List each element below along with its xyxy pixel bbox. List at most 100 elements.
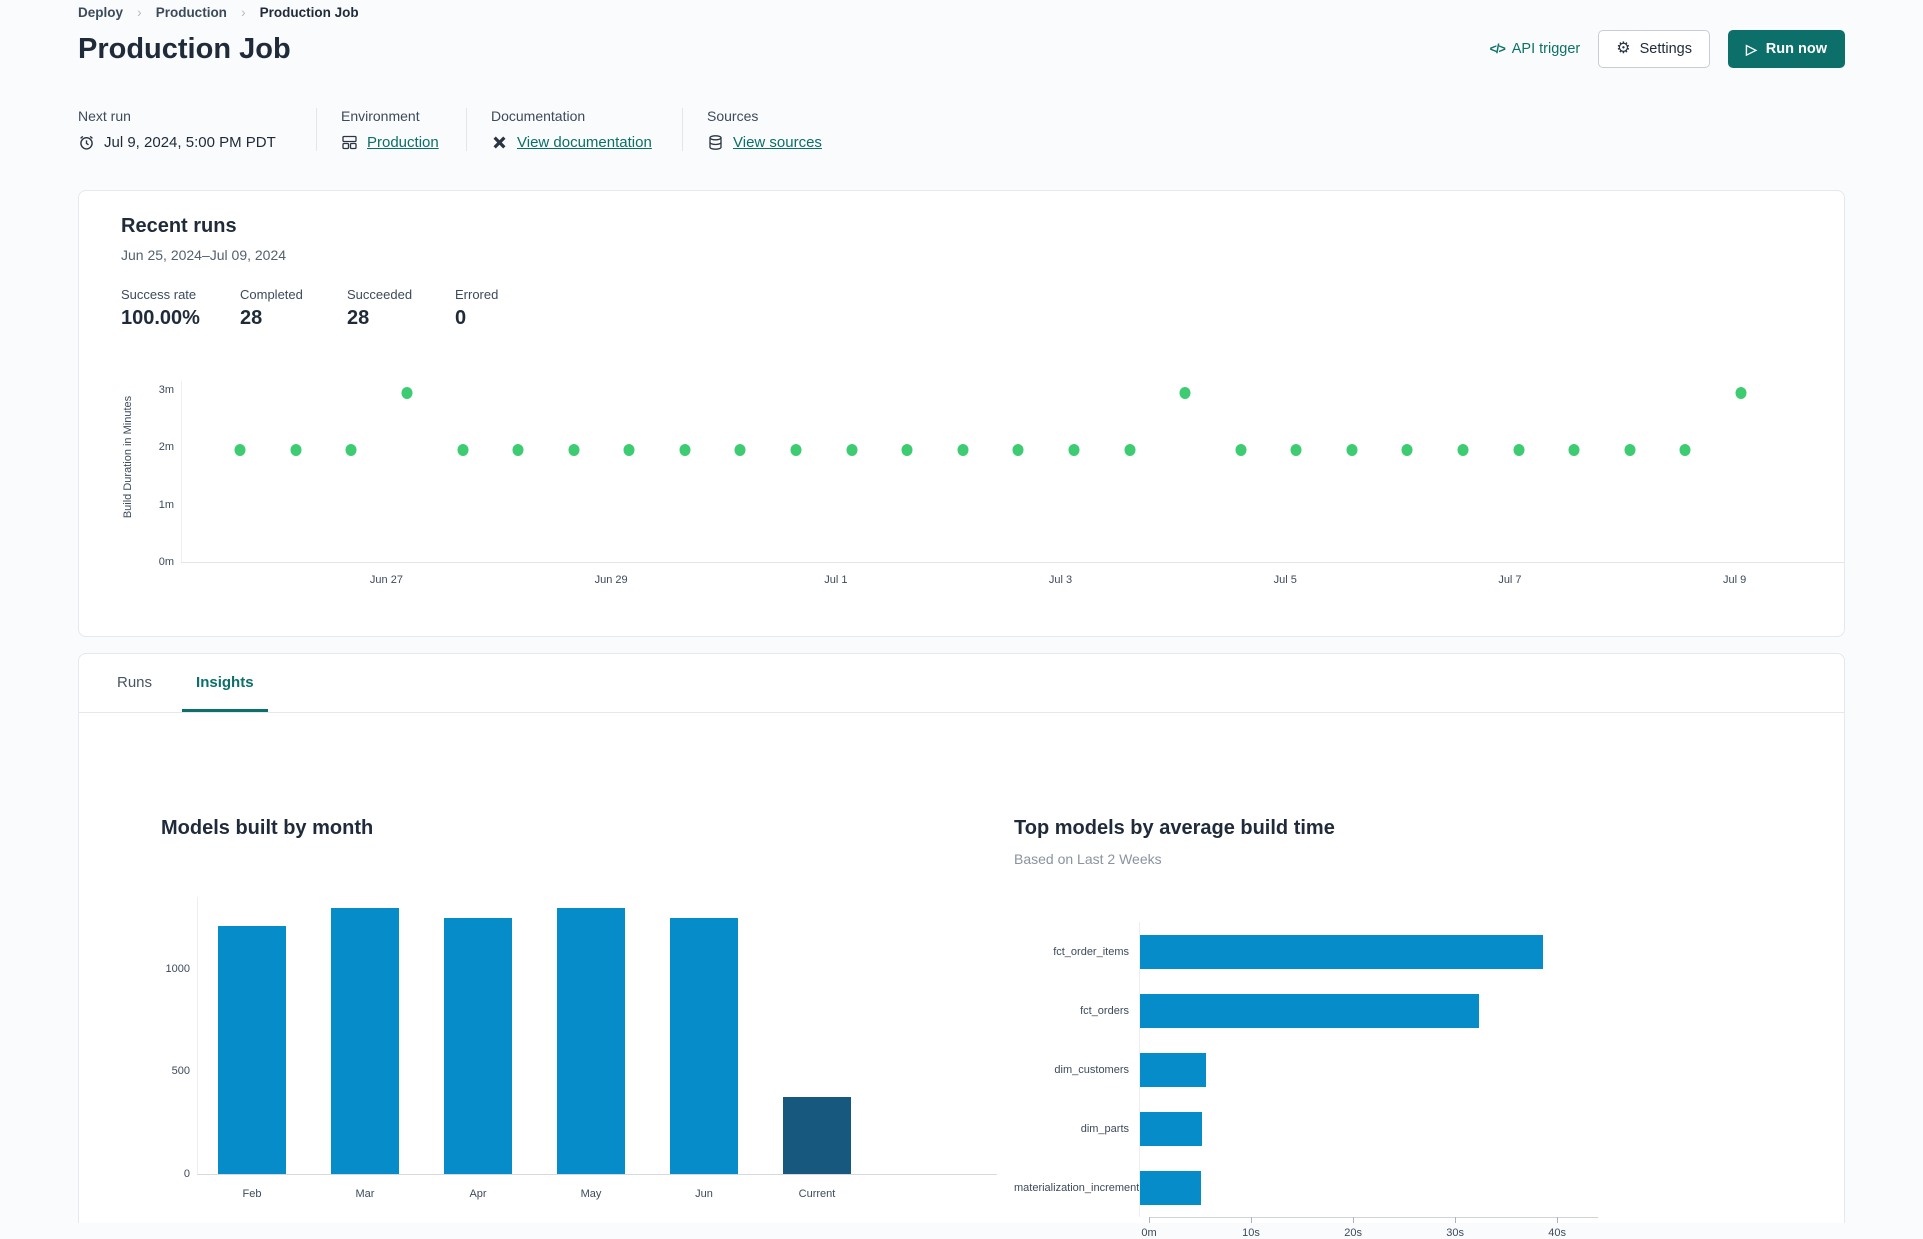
run-data-point[interactable] (1012, 443, 1024, 456)
scatter-x-tick: Jul 1 (824, 574, 848, 586)
run-data-point[interactable] (846, 443, 858, 456)
run-data-point[interactable] (790, 443, 802, 456)
tab-runs[interactable]: Runs (95, 654, 174, 712)
scatter-y-tick: 3m (158, 383, 174, 396)
run-data-point[interactable] (1346, 443, 1358, 456)
run-data-point[interactable] (1290, 443, 1302, 456)
view-documentation-link[interactable]: View documentation (517, 134, 652, 151)
run-now-button[interactable]: ▷ Run now (1728, 30, 1845, 68)
settings-button[interactable]: ⚙ Settings (1598, 30, 1710, 68)
recent-runs-title: Recent runs (121, 215, 237, 237)
month-bar (557, 908, 625, 1174)
breadcrumb-deploy[interactable]: Deploy (78, 5, 123, 20)
scatter-x-tick: Jul 5 (1273, 574, 1297, 586)
environment-link[interactable]: Production (367, 134, 439, 151)
run-data-point[interactable] (345, 443, 357, 456)
run-data-point[interactable] (1679, 443, 1691, 456)
breadcrumb-production[interactable]: Production (156, 5, 227, 20)
view-sources-link[interactable]: View sources (733, 134, 822, 151)
run-data-point[interactable] (1568, 443, 1580, 456)
vbar-y-tick: 500 (171, 1065, 190, 1078)
play-icon: ▷ (1746, 41, 1757, 57)
job-meta-row: Next run Jul 9, 2024, 5:00 PM PDT Enviro… (78, 108, 848, 151)
run-data-point[interactable] (1179, 386, 1191, 399)
run-data-point[interactable] (1624, 443, 1636, 456)
month-bar (218, 925, 286, 1174)
top-models-subtitle: Based on Last 2 Weeks (1014, 851, 1162, 867)
code-icon: </> (1489, 42, 1506, 56)
recent-runs-date-range: Jun 25, 2024–Jul 09, 2024 (121, 247, 287, 263)
run-data-point[interactable] (1401, 443, 1413, 456)
run-data-point[interactable] (1513, 443, 1525, 456)
hbar-axis-tick-label: 20s (1344, 1227, 1362, 1239)
vbar-y-tick: 0 (183, 1168, 190, 1180)
month-label: Current (798, 1188, 836, 1200)
month-bar (783, 1097, 851, 1174)
hbar-track (1139, 1040, 1588, 1099)
run-data-point[interactable] (901, 443, 913, 456)
breadcrumb-production-job: Production Job (259, 4, 359, 20)
gear-icon: ⚙ (1616, 40, 1631, 57)
model-name-label: fct_order_items (1053, 945, 1129, 958)
build-time-bar (1140, 1111, 1203, 1146)
run-data-point[interactable] (957, 443, 969, 456)
production-job-page: Deploy › Production › Production Job Pro… (0, 0, 1923, 1239)
run-data-point[interactable] (457, 443, 468, 456)
month-bar (331, 908, 399, 1174)
chevron-right-icon: › (240, 4, 246, 20)
page-title: Production Job (78, 32, 291, 65)
run-data-point[interactable] (234, 443, 246, 456)
month-label: Mar (355, 1188, 375, 1200)
hbar-axis-tickmark (1353, 1217, 1355, 1223)
next-run-value: Jul 9, 2024, 5:00 PM PDT (104, 134, 276, 151)
run-data-point[interactable] (1457, 443, 1469, 456)
build-time-bar (1140, 1170, 1202, 1205)
model-name-label: dim_parts (1080, 1122, 1129, 1135)
database-icon (707, 134, 724, 151)
run-now-label: Run now (1765, 41, 1827, 57)
build-time-bar (1140, 1052, 1207, 1087)
model-row: dim_customers (1014, 1040, 1634, 1099)
run-data-point[interactable] (1068, 443, 1080, 456)
model-row: materialization_incremental (1014, 1158, 1634, 1217)
hbar-track (1139, 1099, 1588, 1158)
run-data-point[interactable] (568, 443, 580, 456)
scatter-y-tick: 0m (158, 556, 174, 568)
dbt-docs-icon (491, 134, 508, 151)
hbar-axis-tickmark (1149, 1217, 1150, 1223)
stat-completed: Completed 28 (240, 287, 303, 329)
run-data-point[interactable] (401, 386, 413, 399)
run-data-point[interactable] (623, 443, 635, 456)
alarm-clock-icon (78, 134, 95, 151)
run-data-point[interactable] (1124, 443, 1136, 456)
hbar-axis-tickmark (1251, 1217, 1253, 1223)
month-bar (444, 917, 512, 1174)
scatter-plot-area: 0m 1m 2m 3m Jun 27 Jun 29 Jul 1 Jul 3 Jul 5 Jul 7… (159, 381, 1844, 586)
meta-sources: Sources View sources (682, 108, 848, 151)
scatter-x-tick: Jul 3 (1048, 574, 1073, 586)
month-label: Feb (242, 1188, 262, 1200)
hbar-track (1139, 1158, 1588, 1217)
stat-success-rate: Success rate 100.00% (121, 287, 200, 329)
scatter-x-tick: Jul 9 (1723, 574, 1747, 586)
run-data-point[interactable] (512, 443, 524, 456)
run-data-point[interactable] (290, 443, 302, 456)
recent-runs-card: Recent runs Jun 25, 2024–Jul 09, 2024 Su… (78, 190, 1845, 637)
insights-card: Runs Insights Models built by month 0 500… (78, 653, 1845, 1239)
breadcrumb: Deploy › Production › Production Job (78, 4, 359, 20)
vbar-y-tick: 1000 (165, 962, 190, 975)
recent-runs-stats: Success rate 100.00% Completed 28 Succee… (121, 287, 545, 330)
run-data-point[interactable] (1735, 386, 1747, 399)
run-data-point[interactable] (679, 443, 691, 456)
stat-errored: Errored 0 (455, 287, 499, 329)
hbar-axis-tickmark (1455, 1217, 1457, 1223)
header-actions: </> API trigger ⚙ Settings ▷ Run now (1490, 30, 1845, 68)
run-data-point[interactable] (1235, 443, 1247, 456)
tab-insights[interactable]: Insights (174, 654, 276, 712)
run-data-point[interactable] (734, 443, 746, 456)
insights-panel: Models built by month 0 500 1000 Feb Mar Apr M… (79, 713, 1844, 1239)
page-header: Production Job </> API trigger ⚙ Setting… (78, 30, 1845, 68)
api-trigger-link[interactable]: </> API trigger (1490, 41, 1581, 57)
tab-list: Runs Insights (79, 654, 1844, 713)
top-models-plot: fct_order_items fct_orders dim_customers di… (1014, 922, 1634, 1239)
